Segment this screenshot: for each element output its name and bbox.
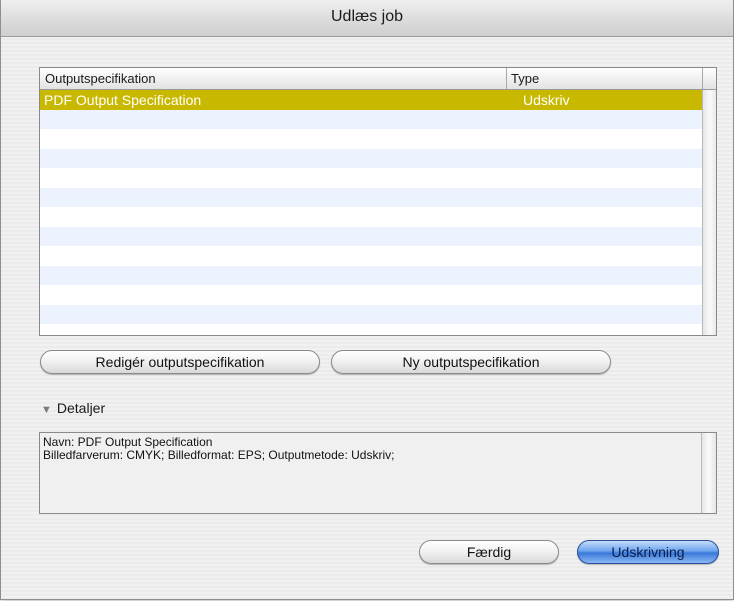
disclosure-triangle-icon[interactable]: ▼: [41, 404, 52, 416]
table-row-empty: [40, 304, 702, 324]
column-header-type[interactable]: Type: [511, 71, 539, 86]
details-text: Navn: PDF Output Specification Billedfar…: [43, 436, 394, 462]
table-row-empty: [40, 226, 702, 246]
table-row-empty: [40, 129, 702, 149]
table-header: Outputspecifikation Type: [40, 68, 716, 90]
dialog-window: Udlæs job Outputspecifikation Type PDF O…: [0, 0, 734, 600]
table-row-empty: [40, 324, 702, 335]
table-row-empty: [40, 168, 702, 188]
column-divider: [702, 68, 703, 89]
window-title: Udlæs job: [330, 8, 404, 25]
details-panel: Navn: PDF Output Specification Billedfar…: [39, 432, 717, 514]
row-type-cell: Udskriv: [523, 92, 570, 108]
table-row-empty: [40, 246, 702, 266]
print-button[interactable]: Udskrivning: [577, 540, 719, 564]
details-label: Detaljer: [56, 400, 106, 416]
column-header-outputspec[interactable]: Outputspecifikation: [45, 71, 156, 86]
details-disclosure[interactable]: ▼ Detaljer: [41, 400, 105, 416]
details-scrollbar[interactable]: [701, 433, 716, 513]
done-button[interactable]: Færdig: [419, 540, 559, 564]
title-bar: Udlæs job: [1, 0, 733, 37]
row-name-cell: PDF Output Specification: [44, 92, 202, 108]
output-spec-table[interactable]: Outputspecifikation Type PDF Output Spec…: [39, 67, 717, 336]
column-divider: [506, 68, 507, 89]
table-scrollbar[interactable]: [702, 90, 716, 335]
edit-output-spec-button[interactable]: Redigér outputspecifikation: [40, 350, 320, 374]
details-line-settings: Billedfarverum: CMYK; Billedformat: EPS;…: [43, 448, 395, 462]
table-row-empty: [40, 187, 702, 207]
table-row-empty: [40, 207, 702, 227]
table-body: PDF Output Specification Udskriv: [40, 90, 702, 335]
table-row-empty: [40, 285, 702, 305]
new-output-spec-button[interactable]: Ny outputspecifikation: [331, 350, 611, 374]
table-row[interactable]: PDF Output Specification Udskriv: [40, 90, 702, 110]
table-row-empty: [40, 265, 702, 285]
table-row-empty: [40, 109, 702, 129]
table-row-empty: [40, 148, 702, 168]
